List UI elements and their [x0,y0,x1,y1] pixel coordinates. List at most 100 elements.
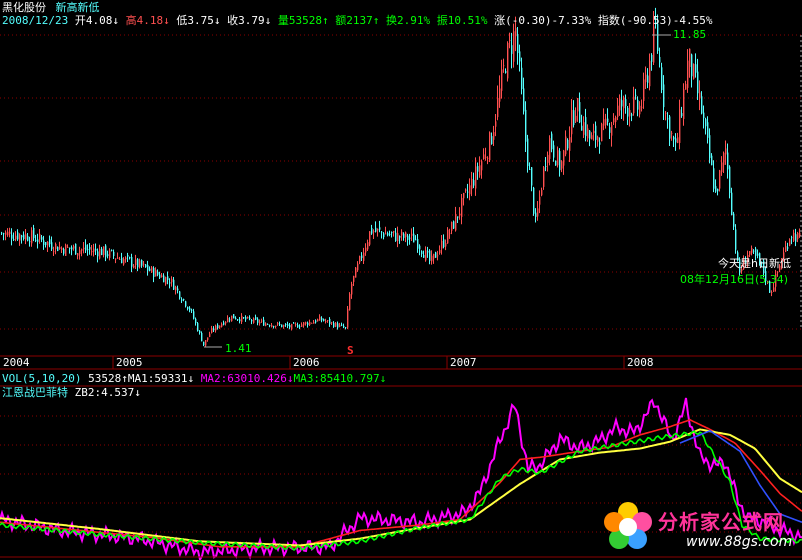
candle-body [681,113,683,117]
candle-body [561,161,563,169]
candle-body [343,325,345,328]
candle-body [451,222,453,231]
candle-body [645,74,647,83]
close-label: 收 [227,14,239,27]
candle-body [151,267,153,272]
turnover-label: 换 [385,14,397,27]
candle-body [133,265,135,268]
candle-body [691,54,693,77]
candle-body [449,232,451,234]
candle-body [129,257,131,259]
candle-body [619,98,621,111]
amount-label: 额 [335,14,347,27]
candle-body [5,232,7,235]
candle-body [443,239,445,247]
candle-body [193,311,195,319]
candle-body [131,257,133,267]
candle-body [593,130,595,134]
candle-body [41,237,43,240]
stock-name[interactable]: 黑化股份 [2,1,46,14]
candle-body [571,110,573,135]
close-value: 3.79 [238,14,265,27]
candle-body [287,324,289,327]
candle-body [155,270,157,277]
candle-body [299,326,301,328]
volume-value: 53528 [288,14,322,27]
candle-body [205,340,207,346]
candle-body [707,122,709,138]
candle-body [19,234,21,241]
candle-body [365,247,367,253]
candle-body [511,45,513,54]
candle-body [421,251,423,254]
candle-body [59,247,61,249]
candle-body [251,319,253,322]
ma1-value: 59331 [154,372,188,385]
candle-body [695,64,697,73]
candle-body [15,235,17,240]
candle-body [97,251,99,257]
candle-body [793,232,795,241]
candle-body [393,231,395,233]
candle-body [483,154,485,160]
candle-body [111,249,113,251]
candle-body [235,318,237,320]
candle-body [577,98,579,112]
candle-body [217,324,219,329]
candle-body [367,242,369,250]
down-arrow-icon: ↓ [264,14,272,27]
candle-body [297,324,299,328]
candle-body [29,241,31,243]
candle-body [773,287,775,292]
candle-body [3,233,5,235]
indicator-name[interactable]: 新高新低 [56,1,100,14]
high-label: 高 [125,14,137,27]
candle-body [157,271,159,275]
candle-body [345,327,347,329]
candle-body [407,235,409,240]
candle-body [247,317,249,319]
candle-body [281,324,283,328]
candle-body [71,247,73,250]
candle-body [189,307,191,311]
candle-body [437,255,439,257]
candle-body [545,165,547,167]
candle-body [301,324,303,327]
indicator-title[interactable]: 江恩战巴菲特 [2,386,68,399]
candle-body [183,299,185,300]
candle-body [337,323,339,328]
candle-body [413,233,415,243]
candle-body [729,166,731,193]
candle-body [185,301,187,307]
candle-body [323,319,325,321]
candle-body [87,249,89,251]
candle-body [107,254,109,256]
candle-body [529,169,531,171]
candle-body [395,232,397,242]
candle-body [203,341,205,346]
ma3-label: MA3: [293,372,320,385]
candle-body [523,88,525,112]
candle-body [223,322,225,325]
candle-body [147,264,149,271]
candle-body [689,48,691,68]
candle-body [277,323,279,325]
candle-body [211,328,213,333]
candle-body [37,239,39,242]
stock-chart[interactable]: 2004 2005 2006 2007 2008 11.85 1.41 S 今天… [0,0,802,560]
candle-body [47,241,49,246]
vol-title[interactable]: VOL(5,10,20) [2,372,81,385]
candle-body [753,250,755,252]
candle-body [435,252,437,258]
candle-body [95,248,97,251]
candle-body [557,150,559,166]
candle-body [57,246,59,252]
price-candles[interactable] [1,7,801,347]
candle-body [265,323,267,326]
candle-body [495,121,497,127]
candle-body [425,250,427,261]
candle-body [505,71,507,73]
overlay-today-text: 今天是h日新低 [718,256,791,270]
candle-body [607,118,609,122]
candle-body [417,239,419,249]
